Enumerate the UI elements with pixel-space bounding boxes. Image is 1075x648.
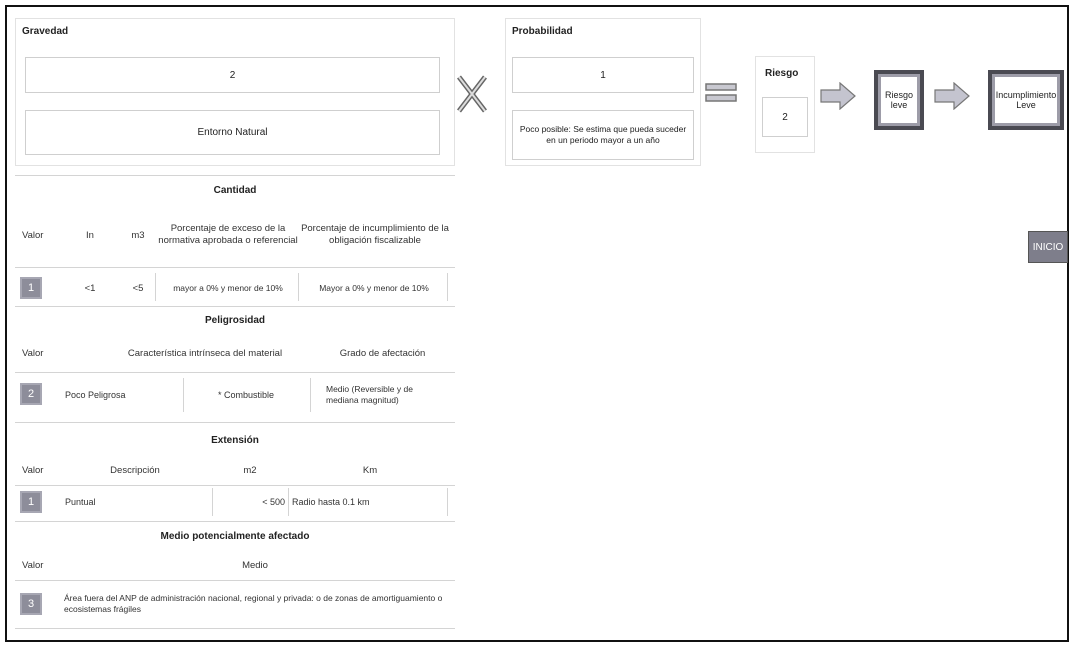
divider (15, 521, 455, 522)
peligrosidad-value-badge: 2 (20, 383, 42, 405)
peligrosidad-header-valor: Valor (22, 347, 44, 359)
probabilidad-title: Probabilidad (512, 26, 573, 37)
extension-header-descripcion: Descripción (110, 464, 160, 476)
divider (447, 273, 448, 301)
peligrosidad-cell-grado: Medio (Reversible y de mediana magnitud) (326, 383, 413, 405)
extension-header-valor: Valor (22, 464, 44, 476)
divider (15, 175, 455, 176)
divider (298, 273, 299, 301)
peligrosidad-header-caracteristica: Característica intrínseca del material (127, 347, 283, 359)
cantidad-header-valor: Valor (22, 229, 44, 241)
cantidad-header-incumplimiento: Porcentaje de incumplimiento de la oblig… (301, 222, 449, 246)
incumplimiento-leve-box: Incumplimiento Leve (988, 70, 1064, 130)
inicio-button-label: INICIO (1032, 241, 1064, 253)
cantidad-header-exceso: Porcentaje de exceso de la normativa apr… (158, 222, 298, 246)
extension-cell-km: Radio hasta 0.1 km (292, 497, 370, 507)
cantidad-header-m3: m3 (131, 229, 145, 241)
cantidad-cell-tn: <1 (84, 282, 96, 294)
cantidad-title: Cantidad (213, 185, 257, 196)
peligrosidad-cell-material: Poco Peligrosa (65, 390, 126, 400)
probabilidad-description-text: Poco posible: Se estima que pueda sucede… (519, 123, 687, 145)
peligrosidad-title: Peligrosidad (204, 315, 265, 326)
riesgo-value: 2 (762, 97, 808, 137)
extension-header-m2: m2 (243, 464, 257, 476)
divider (212, 488, 213, 516)
probabilidad-description: Poco posible: Se estima que pueda sucede… (512, 110, 694, 160)
divider (183, 378, 184, 412)
divider (15, 485, 455, 486)
riesgo-value-text: 2 (782, 111, 788, 123)
cantidad-cell-incumplimiento: Mayor a 0% y menor de 10% (319, 283, 429, 293)
cantidad-cell-exceso: mayor a 0% y menor de 10% (173, 283, 283, 293)
divider (447, 488, 448, 516)
arrow-right-icon (820, 81, 856, 115)
incumplimiento-leve-label: Incumplimiento Leve (995, 77, 1057, 123)
probabilidad-value: 1 (512, 57, 694, 93)
gravedad-category: Entorno Natural (25, 110, 440, 155)
riesgo-leve-label: Riesgo leve (881, 77, 917, 123)
divider (15, 580, 455, 581)
divider (15, 267, 455, 268)
arrow-right-icon-2 (934, 81, 970, 115)
probabilidad-value-text: 1 (600, 69, 606, 81)
cantidad-value-badge: 1 (20, 277, 42, 299)
medio-title: Medio potencialmente afectado (160, 531, 310, 542)
multiply-icon (456, 74, 488, 114)
gravedad-value: 2 (25, 57, 440, 93)
divider (155, 273, 156, 301)
divider (15, 306, 455, 307)
riesgo-leve-box: Riesgo leve (874, 70, 924, 130)
divider (310, 378, 311, 412)
medio-header-medio: Medio (242, 559, 268, 571)
gravedad-title: Gravedad (22, 26, 69, 37)
cantidad-cell-m3: <5 (132, 282, 144, 294)
extension-title: Extensión (211, 435, 259, 446)
gravedad-category-text: Entorno Natural (197, 127, 268, 138)
peligrosidad-cell-caracteristica: * Combustible (217, 390, 275, 400)
medio-value-badge: 3 (20, 593, 42, 615)
extension-value-badge: 1 (20, 491, 42, 513)
inicio-button[interactable]: INICIO (1028, 231, 1068, 263)
equals-icon (705, 82, 737, 104)
divider (15, 372, 455, 373)
divider (288, 488, 289, 516)
extension-header-km: Km (362, 464, 378, 476)
riesgo-title: Riesgo (765, 68, 799, 79)
cantidad-header-tn: In (86, 229, 94, 241)
divider (15, 422, 455, 423)
medio-cell-text: Área fuera del ANP de administración nac… (64, 592, 443, 614)
gravedad-value-text: 2 (229, 69, 236, 81)
peligrosidad-header-grado: Grado de afectación (339, 347, 426, 359)
extension-cell-descripcion: Puntual (65, 497, 96, 507)
divider (15, 628, 455, 629)
medio-header-valor: Valor (22, 559, 44, 571)
extension-cell-m2: < 500 (262, 497, 285, 507)
